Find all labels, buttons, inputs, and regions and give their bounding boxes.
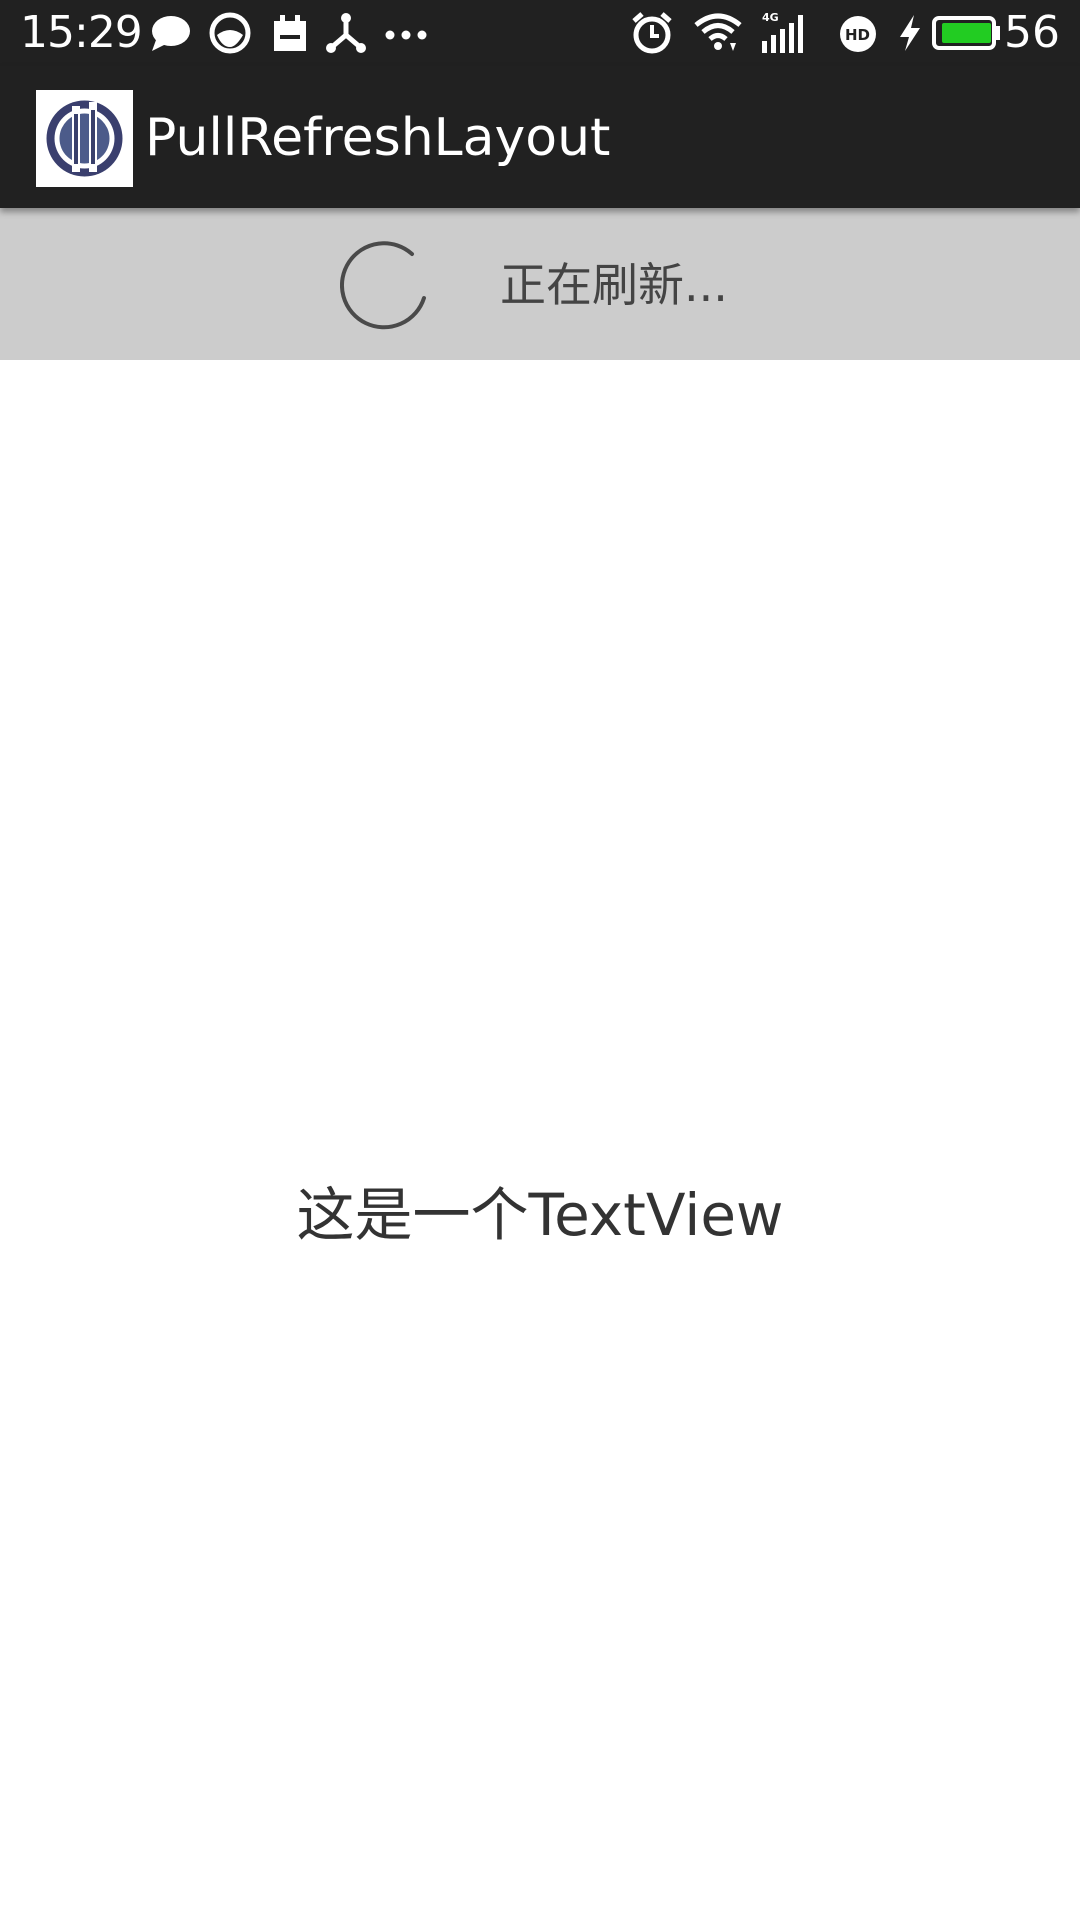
loading-spinner-icon: [340, 240, 432, 332]
app-title: PullRefreshLayout: [145, 108, 611, 168]
share-icon: [322, 9, 370, 57]
svg-text:HD: HD: [845, 26, 870, 44]
refresh-header: 正在刷新...: [0, 208, 1080, 360]
svg-text:4G: 4G: [762, 11, 779, 24]
action-bar: PullRefreshLayout: [0, 66, 1080, 208]
screen: 15:29 4G HD 56 PullRefreshLayout 正在刷新...…: [0, 0, 1080, 1920]
status-time: 15:29: [20, 7, 143, 58]
charging-icon: [886, 9, 934, 57]
signal-4g-icon: 4G: [758, 9, 806, 57]
battery-percentage: 56: [1004, 7, 1060, 58]
refresh-status-text: 正在刷新...: [500, 258, 728, 312]
content-text-view: 这是一个TextView: [296, 1181, 784, 1249]
wifi-icon: [694, 9, 742, 57]
calendar-icon: [266, 9, 314, 57]
circle-app-icon: [206, 9, 254, 57]
hd-icon: HD: [834, 9, 882, 57]
content-area[interactable]: 这是一个TextView: [0, 360, 1080, 1920]
status-bar: 15:29 4G HD 56: [0, 0, 1080, 66]
app-logo-icon: [36, 90, 133, 187]
more-dots-icon: [382, 9, 430, 57]
battery-icon: [932, 9, 1002, 57]
alarm-icon: [628, 9, 676, 57]
chat-bubble-icon: [146, 9, 194, 57]
